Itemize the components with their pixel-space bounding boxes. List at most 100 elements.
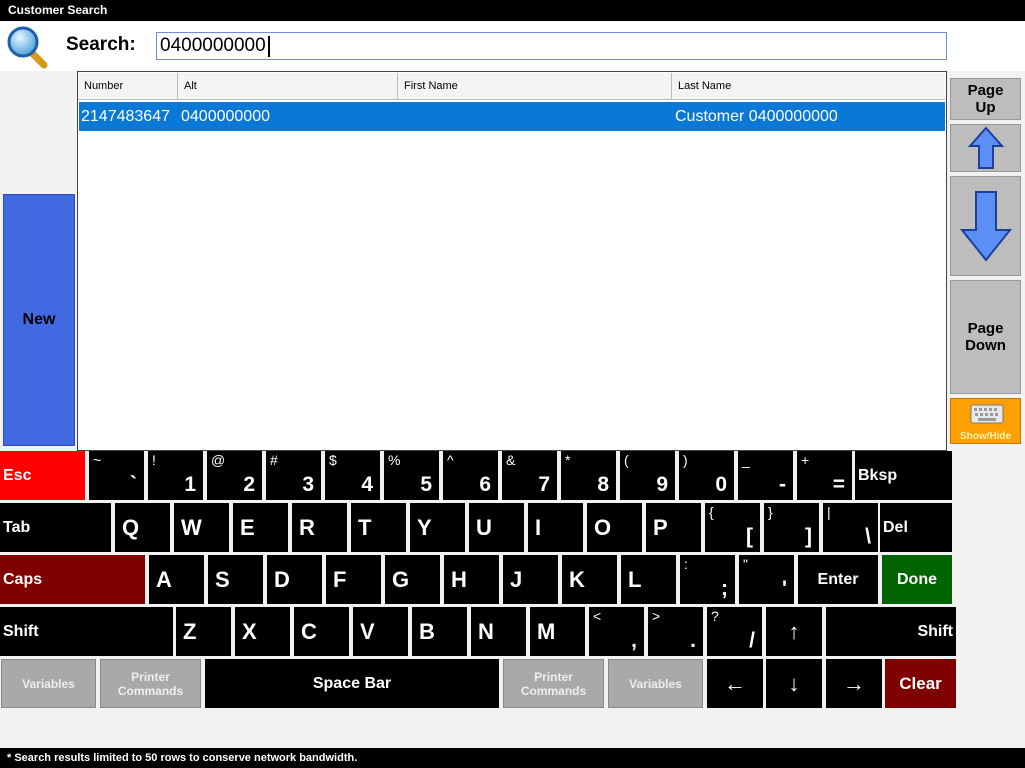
arrow-left-key[interactable]: ← [707,659,763,708]
window-title: Customer Search [0,0,1025,21]
key-zsym-2[interactable]: ? / [707,607,762,656]
key-r[interactable]: R [292,503,347,552]
key-3[interactable]: #3 [266,451,321,500]
scroll-up-button[interactable] [950,124,1021,172]
arrow-up-key[interactable]: ↑ [766,607,822,656]
key-p[interactable]: P [646,503,701,552]
key-0-label: 0 [715,473,727,496]
page-up-button[interactable]: Page Up [950,78,1021,120]
key-d[interactable]: D [267,555,322,604]
space-bar-key[interactable]: Space Bar [205,659,499,708]
arrow-up-icon [967,126,1004,169]
magnifier-icon [7,26,48,69]
key-sym-2-label: \ [865,525,871,548]
key-punct-1[interactable]: " ' [739,555,794,604]
search-label: Search: [66,34,136,55]
key-sym-1[interactable]: }] [764,503,819,552]
key-6[interactable]: ^ 6 [443,451,498,500]
key-b[interactable]: B [412,607,467,656]
key-n[interactable]: N [471,607,526,656]
key-k[interactable]: K [562,555,617,604]
key-sym-0-shift-label: { [709,504,714,520]
delete-key[interactable]: Del [880,503,952,552]
printer-commands-right-button[interactable]: Printer Commands [503,659,604,708]
page-down-label-line1: Page [967,320,1004,337]
done-key[interactable]: Done [882,555,952,604]
key-q[interactable]: Q [115,503,170,552]
key-y[interactable]: Y [410,503,465,552]
key-7[interactable]: & 7 [502,451,557,500]
left-shift-key[interactable]: Shift [0,607,173,656]
key-4[interactable]: $4 [325,451,380,500]
key-t[interactable]: T [351,503,406,552]
key-0-shift-label: ) [683,452,688,468]
search-input[interactable] [156,32,947,60]
caps-lock-key[interactable]: Caps [0,555,145,604]
right-shift-key[interactable]: Shift [826,607,956,656]
key-sym-1-label: ] [805,525,812,548]
column-header-alt[interactable]: Alt [178,73,398,100]
esc-key[interactable]: Esc [0,451,85,500]
key-h-label: H [451,566,467,592]
key-3-label: 3 [302,473,314,496]
key-u[interactable]: U [469,503,524,552]
key-m[interactable]: M [530,607,585,656]
column-header-last-name[interactable]: Last Name [672,73,945,100]
key-s[interactable]: S [208,555,263,604]
key-zsym-1[interactable]: >. [648,607,703,656]
key-0[interactable]: ) 0 [679,451,734,500]
variables-right-button[interactable]: Variables [608,659,703,708]
key-a-label: A [156,566,172,592]
tab-key[interactable]: Tab [0,503,111,552]
key-5[interactable]: % 5 [384,451,439,500]
key-9-label: 9 [656,473,668,496]
variables-left-button[interactable]: Variables [1,659,96,708]
scroll-down-button[interactable] [950,176,1021,276]
key-z[interactable]: Z [176,607,231,656]
key-q-label: Q [122,514,140,540]
enter-key[interactable]: Enter [798,555,878,604]
key-m-label: M [537,618,556,644]
show-hide-keyboard-button[interactable]: Show/Hide [950,398,1021,444]
key-i[interactable]: I [528,503,583,552]
key-sym-0[interactable]: {[ [705,503,760,552]
key-w-label: W [181,514,202,540]
key-h[interactable]: H [444,555,499,604]
key-o[interactable]: O [587,503,642,552]
key-w[interactable]: W [174,503,229,552]
column-header-number[interactable]: Number [78,73,178,100]
key-zsym-0[interactable]: <, [589,607,644,656]
new-button[interactable]: New [3,194,75,446]
column-header-first-name[interactable]: First Name [398,73,672,100]
key-e[interactable]: E [233,503,288,552]
key-2[interactable]: @2 [207,451,262,500]
printer-left-line1: Printer [131,669,170,684]
key-g[interactable]: G [385,555,440,604]
key-9[interactable]: (9 [620,451,675,500]
key-8[interactable]: * 8 [561,451,616,500]
arrow-down-key-label: ↓ [788,670,800,696]
key-a[interactable]: A [149,555,204,604]
key-backtick[interactable]: ~ ` [89,451,144,500]
key-sym-2[interactable]: | \ [823,503,878,552]
backspace-key[interactable]: Bksp [855,451,952,500]
key-1[interactable]: ! 1 [148,451,203,500]
key-c[interactable]: C [294,607,349,656]
key-v[interactable]: V [353,607,408,656]
key-l-label: L [628,566,642,592]
key-l[interactable]: L [621,555,676,604]
key-x[interactable]: X [235,607,290,656]
key-f[interactable]: F [326,555,381,604]
key-j[interactable]: J [503,555,558,604]
arrow-right-key[interactable]: → [826,659,882,708]
page-down-button[interactable]: Page Down [950,280,1021,394]
printer-commands-left-button[interactable]: Printer Commands [100,659,201,708]
printer-right-line2: Commands [520,683,587,698]
key-punct-0[interactable]: :; [680,555,735,604]
arrow-down-key[interactable]: ↓ [766,659,822,708]
key-z-label: Z [183,618,197,644]
arrow-down-icon [959,191,1012,262]
clear-key[interactable]: Clear [885,659,956,708]
key--[interactable]: _ - [738,451,793,500]
key-=[interactable]: + = [797,451,852,500]
